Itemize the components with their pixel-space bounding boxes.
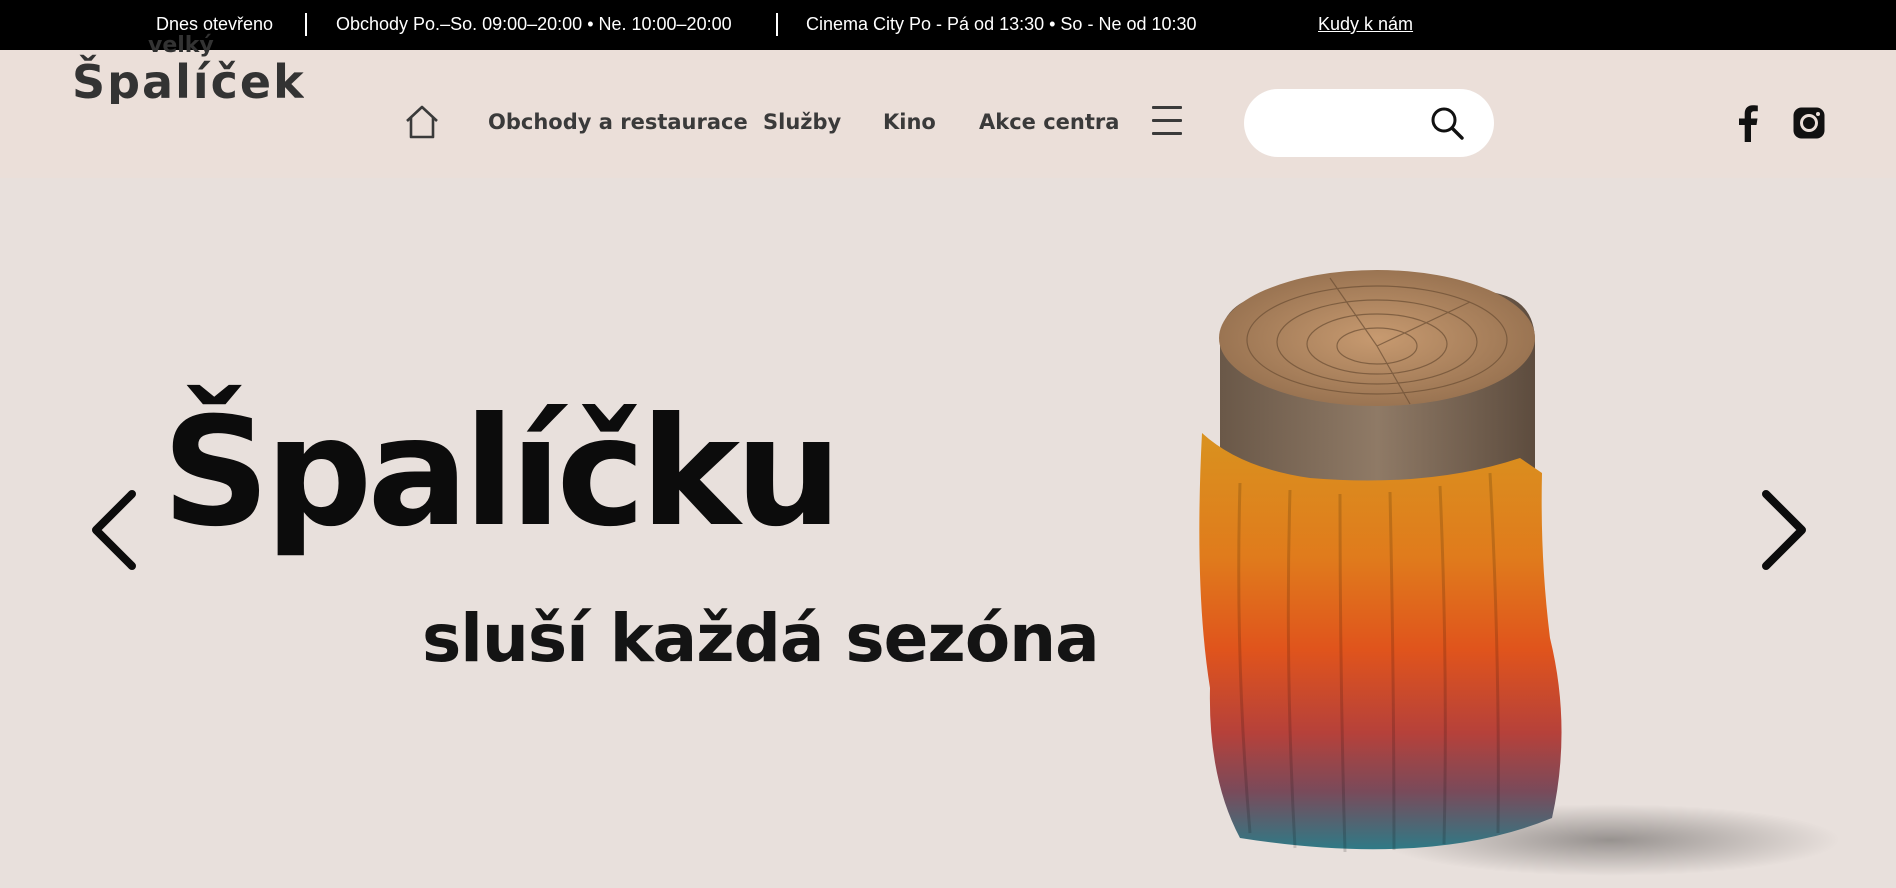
- divider: [305, 13, 307, 36]
- nav-services[interactable]: Služby: [763, 110, 841, 134]
- log-in-knitted-sleeve-image: [1199, 270, 1840, 876]
- directions-link[interactable]: Kudy k nám: [1318, 14, 1413, 34]
- search-icon[interactable]: [1430, 106, 1464, 140]
- nav-cinema[interactable]: Kino: [883, 110, 936, 134]
- hero-title: Špalíčku: [162, 386, 842, 560]
- search-input[interactable]: [1268, 107, 1428, 139]
- divider: [776, 13, 778, 36]
- shops-hours: Obchody Po.–So. 09:00–20:00 • Ne. 10:00–…: [336, 14, 732, 34]
- facebook-icon[interactable]: [1736, 104, 1760, 142]
- home-icon[interactable]: [404, 104, 440, 140]
- cinema-hours: Cinema City Po - Pá od 13:30 • So - Ne o…: [806, 14, 1197, 34]
- chevron-left-icon[interactable]: [86, 488, 140, 572]
- nav-events[interactable]: Akce centra: [979, 110, 1119, 134]
- hero-banner: Špalíčku sluší každá sezóna: [0, 178, 1896, 888]
- hero-subtitle: sluší každá sezóna: [422, 600, 1100, 677]
- hamburger-menu-icon[interactable]: [1152, 106, 1182, 140]
- instagram-icon[interactable]: [1792, 106, 1826, 140]
- logo-main-word: Špalíček: [72, 55, 304, 104]
- logo[interactable]: velký Špalíček: [72, 28, 304, 104]
- nav-shops-restaurants[interactable]: Obchody a restaurace: [488, 110, 748, 134]
